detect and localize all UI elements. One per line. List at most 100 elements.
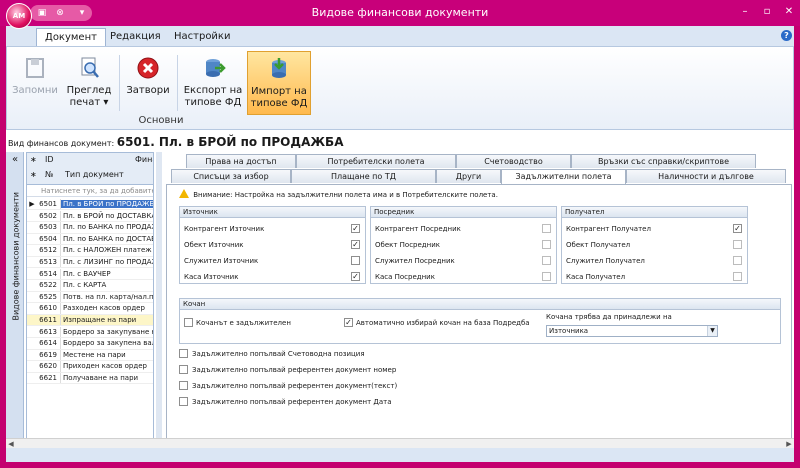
source-contragent-checkbox[interactable]: ✓	[351, 224, 360, 233]
row-name: Пл. с НАЛОЖЕН платеж	[63, 246, 152, 255]
extra-refdoc-number-checkbox[interactable]	[179, 365, 188, 374]
row-id: 6504	[37, 233, 61, 245]
help-icon[interactable]: ?	[781, 30, 792, 41]
row-name: Бордеро за закупена вал	[63, 339, 154, 348]
grid-header: ∗ ID Фина ∗ № Тип документ	[27, 153, 153, 185]
table-row[interactable]: 6502 Пл. в БРОЙ по ДОСТАВКА	[27, 210, 153, 222]
tab-edit[interactable]: Редакция	[102, 28, 169, 46]
import-types-button[interactable]: Импорт на типове ФД	[247, 51, 311, 115]
table-row[interactable]: 6525 Потв. на пл. карта/нал.п	[27, 291, 153, 304]
grid-filter-row[interactable]: Натиснете тук, за да добавите	[27, 185, 153, 197]
table-row[interactable]: 6522 Пл. с КАРТА	[27, 280, 153, 292]
tab-settings[interactable]: Настройки	[166, 28, 238, 46]
kochan-owner-select[interactable]: Източника ▼	[546, 325, 718, 337]
tab-user-fields[interactable]: Потребителски полета	[296, 154, 456, 168]
row-id: 6512	[37, 245, 61, 256]
table-row[interactable]: ▶ 6501 Пл. в БРОЙ по ПРОДАЖБА	[27, 199, 153, 211]
source-pane: Източник Контрагент Източник ✓ Обект Изт…	[179, 206, 366, 284]
column-header-no[interactable]: №	[45, 170, 53, 179]
collapse-icon[interactable]: «	[9, 154, 21, 166]
broker-pane: Посредник Контрагент Посредник Обект Пос…	[370, 206, 557, 284]
tab-other[interactable]: Други	[436, 169, 501, 183]
extra-refdoc-text-checkbox[interactable]	[179, 381, 188, 390]
broker-object-checkbox[interactable]	[542, 240, 551, 249]
field-label: Контрагент Източник	[184, 225, 265, 233]
tab-choice-lists[interactable]: Списъци за избор	[171, 169, 291, 183]
column-header-fina[interactable]: Фина	[135, 155, 153, 164]
table-row[interactable]: 6503Пл. по БАНКА по ПРОДАЖБА	[27, 222, 153, 234]
database-export-icon	[206, 59, 226, 77]
broker-employee-checkbox[interactable]	[542, 256, 551, 265]
tab-accounting[interactable]: Счетоводство	[456, 154, 571, 168]
pane-header: Получател	[562, 207, 747, 218]
row-id: 6503	[37, 222, 61, 233]
broker-cashbox-checkbox[interactable]	[542, 272, 551, 281]
row-id: 6610	[37, 303, 61, 314]
broker-contragent-checkbox[interactable]	[542, 224, 551, 233]
row-id: 6614	[37, 338, 61, 349]
splitter[interactable]	[156, 152, 162, 448]
pin-icon: ∗	[30, 170, 37, 179]
ribbon: Запомни Преглед печат ▾ Затвори Експорт …	[6, 46, 794, 130]
table-row[interactable]: 6620 Приходен касов ордер	[27, 361, 153, 373]
divider	[177, 55, 178, 111]
tab-access-rights[interactable]: Права на достъп	[186, 154, 296, 168]
table-row[interactable]: 6621 Получаване на пари	[27, 373, 153, 385]
document-types-grid: ∗ ID Фина ∗ № Тип документ Натиснете тук…	[26, 152, 154, 448]
horizontal-scrollbar[interactable]: ◀ ▶	[6, 438, 794, 448]
table-row[interactable]: 6619 Местене на пари	[27, 349, 153, 362]
column-header-type[interactable]: Тип документ	[65, 170, 124, 179]
close-button[interactable]: Затвори	[123, 51, 173, 115]
receiver-employee-checkbox[interactable]	[733, 256, 742, 265]
receiver-object-checkbox[interactable]	[733, 240, 742, 249]
column-header-id[interactable]: ID	[45, 155, 54, 164]
source-object-checkbox[interactable]: ✓	[351, 240, 360, 249]
tab-required-fields[interactable]: Задължителни полета	[501, 169, 626, 185]
table-row[interactable]: 6512 Пл. с НАЛОЖЕН платеж	[27, 245, 153, 257]
row-name: Пл. с КАРТА	[63, 281, 107, 290]
save-button[interactable]: Запомни	[11, 51, 59, 115]
kochan-auto-checkbox[interactable]: ✓	[344, 318, 353, 327]
tab-document[interactable]: Документ	[36, 28, 106, 46]
required-fields-page: Внимание: Настройка на задължителни поле…	[166, 184, 792, 448]
field-label: Задължително попълвай референтен докумен…	[192, 398, 392, 406]
tab-stock-debts[interactable]: Наличности и дългове	[626, 169, 786, 183]
extra-accounting-checkbox[interactable]	[179, 349, 188, 358]
print-preview-icon	[81, 57, 99, 78]
side-panel-label: Видове финансови документи	[11, 192, 21, 321]
tab-payment-td[interactable]: Плащане по ТД	[291, 169, 436, 183]
field-label: Контрагент Посредник	[375, 225, 461, 233]
table-row[interactable]: 6614 Бордеро за закупена вал	[27, 338, 154, 350]
app-orb-button[interactable]: AM	[6, 3, 32, 29]
print-preview-button[interactable]: Преглед печат ▾	[63, 51, 115, 115]
close-window-icon[interactable]: ✕	[778, 4, 800, 20]
extra-refdoc-date-checkbox[interactable]	[179, 397, 188, 406]
table-row[interactable]: 6504Пл. по БАНКА по ДОСТАВКА	[27, 233, 153, 246]
field-label: Задължително попълвай референтен докумен…	[192, 382, 398, 390]
pin-icon: ∗	[30, 155, 37, 164]
maximize-icon[interactable]: ▫	[756, 4, 778, 20]
table-row[interactable]: 6514 Пл. с ВАУЧЕР	[27, 268, 153, 280]
minimize-icon[interactable]: –	[734, 4, 756, 20]
receiver-pane: Получател Контрагент Получател ✓ Обект П…	[561, 206, 748, 284]
export-types-button[interactable]: Експорт на типове ФД	[181, 51, 245, 115]
row-id: 6522	[37, 280, 61, 291]
source-employee-checkbox[interactable]	[351, 256, 360, 265]
kochan-required-checkbox[interactable]	[184, 318, 193, 327]
tab-report-links[interactable]: Връзки със справки/скриптове	[571, 154, 756, 168]
tabs-area: Права на достъп Потребителски полета Сче…	[166, 152, 792, 448]
chevron-down-icon: ▾	[103, 97, 109, 108]
close-circle-icon	[137, 57, 159, 79]
row-id: 6513	[37, 257, 61, 268]
receiver-cashbox-checkbox[interactable]	[733, 272, 742, 281]
table-row[interactable]: 6611 Изпращане на пари	[27, 315, 153, 327]
row-id: 6525	[37, 291, 61, 303]
table-row[interactable]: 6610 Разходен касов ордер	[27, 303, 153, 315]
pane-header: Кочан	[180, 299, 780, 310]
table-row[interactable]: 6513Пл. с ЛИЗИНГ по ПРОДАЖБА	[27, 257, 153, 269]
source-cashbox-checkbox[interactable]: ✓	[351, 272, 360, 281]
table-row[interactable]: 6613 Бордеро за закупуване на	[27, 326, 153, 338]
field-label: Обект Източник	[184, 241, 244, 249]
receiver-contragent-checkbox[interactable]: ✓	[733, 224, 742, 233]
ribbon-tabs: Документ Редакция Настройки ?	[6, 26, 794, 46]
